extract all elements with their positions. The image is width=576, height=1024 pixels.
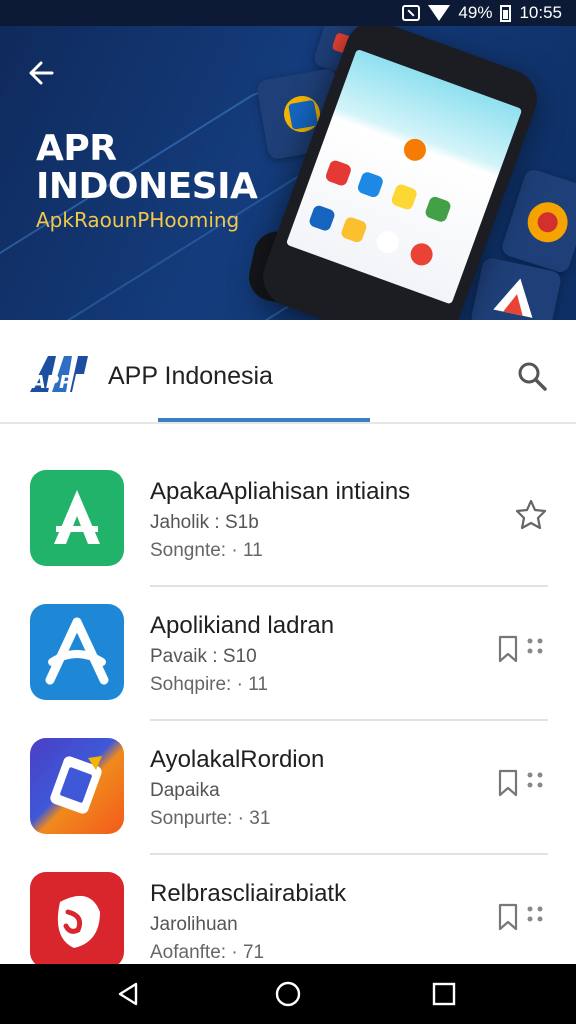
tab-indicator bbox=[158, 418, 370, 422]
app-logo-text: APP bbox=[30, 372, 72, 393]
leaf-logo-icon bbox=[57, 895, 100, 948]
banner-title-line1: APR bbox=[36, 128, 117, 169]
app-icon bbox=[30, 470, 124, 566]
nfc-icon bbox=[402, 5, 421, 21]
app-icon bbox=[30, 872, 124, 968]
app-title: AyolakalRordion bbox=[150, 746, 325, 773]
app-meta: Aofanfte: · 71 bbox=[150, 942, 265, 963]
back-nav-icon[interactable] bbox=[114, 980, 142, 1008]
screen: 49% 10:55 APR INDONESIA ApkRaounPHooming… bbox=[0, 0, 576, 1024]
list-item[interactable]: Relbrascliairabiatk Jarolihuan Aofanfte:… bbox=[0, 828, 576, 968]
bookmark-icon[interactable] bbox=[496, 902, 520, 932]
app-title: Relbrascliairabiatk bbox=[150, 880, 347, 907]
list-item[interactable]: AyolakalRordion Dapaika Sonpurte: · 31 bbox=[0, 694, 576, 855]
search-icon[interactable] bbox=[516, 360, 548, 392]
back-arrow-icon[interactable] bbox=[24, 56, 58, 90]
app-name: APP Indonesia bbox=[108, 362, 273, 390]
app-store-a-icon bbox=[54, 490, 100, 544]
app-meta: Songnte: · 11 bbox=[150, 540, 263, 561]
more-options-icon[interactable] bbox=[526, 904, 544, 930]
star-icon[interactable] bbox=[514, 498, 548, 532]
app-store-a-icon bbox=[45, 617, 109, 685]
app-meta: Sonpurte: · 31 bbox=[150, 808, 271, 829]
app-meta: Sohqpire: · 11 bbox=[150, 674, 268, 695]
app-developer: Jaholik : S1b bbox=[150, 512, 259, 533]
app-developer: Dapaika bbox=[150, 780, 220, 801]
banner-title-line2: INDONESIA bbox=[36, 166, 258, 207]
banner-subtitle: ApkRaounPHooming bbox=[36, 208, 240, 232]
banner-title: APR INDONESIA bbox=[36, 128, 258, 207]
more-options-icon[interactable] bbox=[526, 770, 544, 796]
app-icon bbox=[30, 604, 124, 700]
app-icon bbox=[30, 738, 124, 834]
app-title: Apolikiand ladran bbox=[150, 612, 335, 639]
app-header: APP APP Indonesia bbox=[0, 320, 576, 424]
hero-banner: APR INDONESIA ApkRaounPHooming bbox=[0, 26, 576, 320]
app-developer: Pavaik : S10 bbox=[150, 646, 257, 667]
app-title: ApakaApliahisan intiains bbox=[150, 478, 411, 505]
bookmark-icon[interactable] bbox=[496, 768, 520, 798]
battery-percent: 49% bbox=[458, 3, 493, 22]
list-item[interactable]: ApakaApliahisan intiains Jaholik : S1b S… bbox=[0, 426, 576, 587]
battery-icon bbox=[500, 4, 512, 22]
clock: 10:55 bbox=[519, 3, 562, 22]
navigation-bar bbox=[0, 964, 576, 1024]
recents-nav-icon[interactable] bbox=[430, 980, 458, 1008]
status-bar: 49% 10:55 bbox=[0, 0, 576, 26]
app-developer: Jarolihuan bbox=[150, 914, 238, 935]
wifi-icon bbox=[428, 5, 451, 21]
home-nav-icon[interactable] bbox=[274, 980, 302, 1008]
app-frame-icon bbox=[50, 756, 102, 814]
floating-app-tile bbox=[499, 167, 576, 275]
bookmark-icon[interactable] bbox=[496, 634, 520, 664]
app-logo-icon: APP bbox=[30, 356, 88, 393]
more-options-icon[interactable] bbox=[526, 636, 544, 662]
list-item[interactable]: Apolikiand ladran Pavaik : S10 Sohqpire:… bbox=[0, 560, 576, 721]
app-tile-icon bbox=[527, 202, 568, 243]
